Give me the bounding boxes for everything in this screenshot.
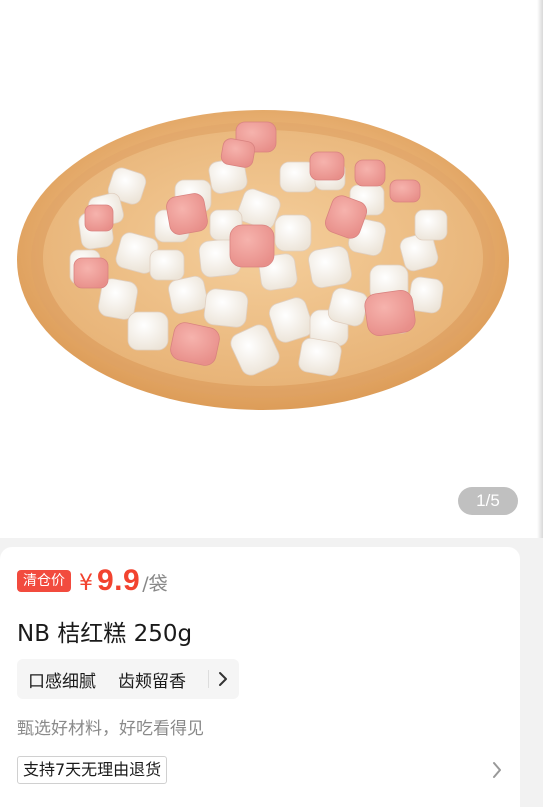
chevron-right-icon[interactable] — [491, 761, 503, 779]
price-row: 清仓价 ¥ 9.9 /袋 — [17, 564, 168, 598]
service-guarantee-row[interactable]: 支持7天无理由退货 — [17, 756, 503, 784]
gallery-edge-shadow — [537, 0, 543, 538]
product-gallery[interactable]: 1/5 — [0, 0, 543, 538]
feature-tags-bar[interactable]: 口感细腻 齿颊留香 — [17, 659, 239, 699]
image-page-counter: 1/5 — [458, 487, 518, 515]
currency-symbol: ¥ — [79, 571, 93, 596]
chevron-right-icon[interactable] — [217, 671, 229, 687]
feature-divider — [208, 670, 209, 688]
price-amount: 9.9 — [97, 564, 141, 597]
product-image[interactable] — [10, 100, 515, 420]
product-tagline: 甄选好材料，好吃看得见 — [17, 719, 204, 739]
product-title: NB 桔红糕 250g — [17, 621, 193, 647]
return-policy-badge: 支持7天无理由退货 — [17, 756, 168, 784]
feature-tag: 口感细腻 — [28, 671, 96, 692]
price-unit: /袋 — [142, 573, 168, 595]
feature-tag: 齿颊留香 — [118, 671, 186, 692]
clearance-price-badge: 清仓价 — [17, 570, 71, 592]
